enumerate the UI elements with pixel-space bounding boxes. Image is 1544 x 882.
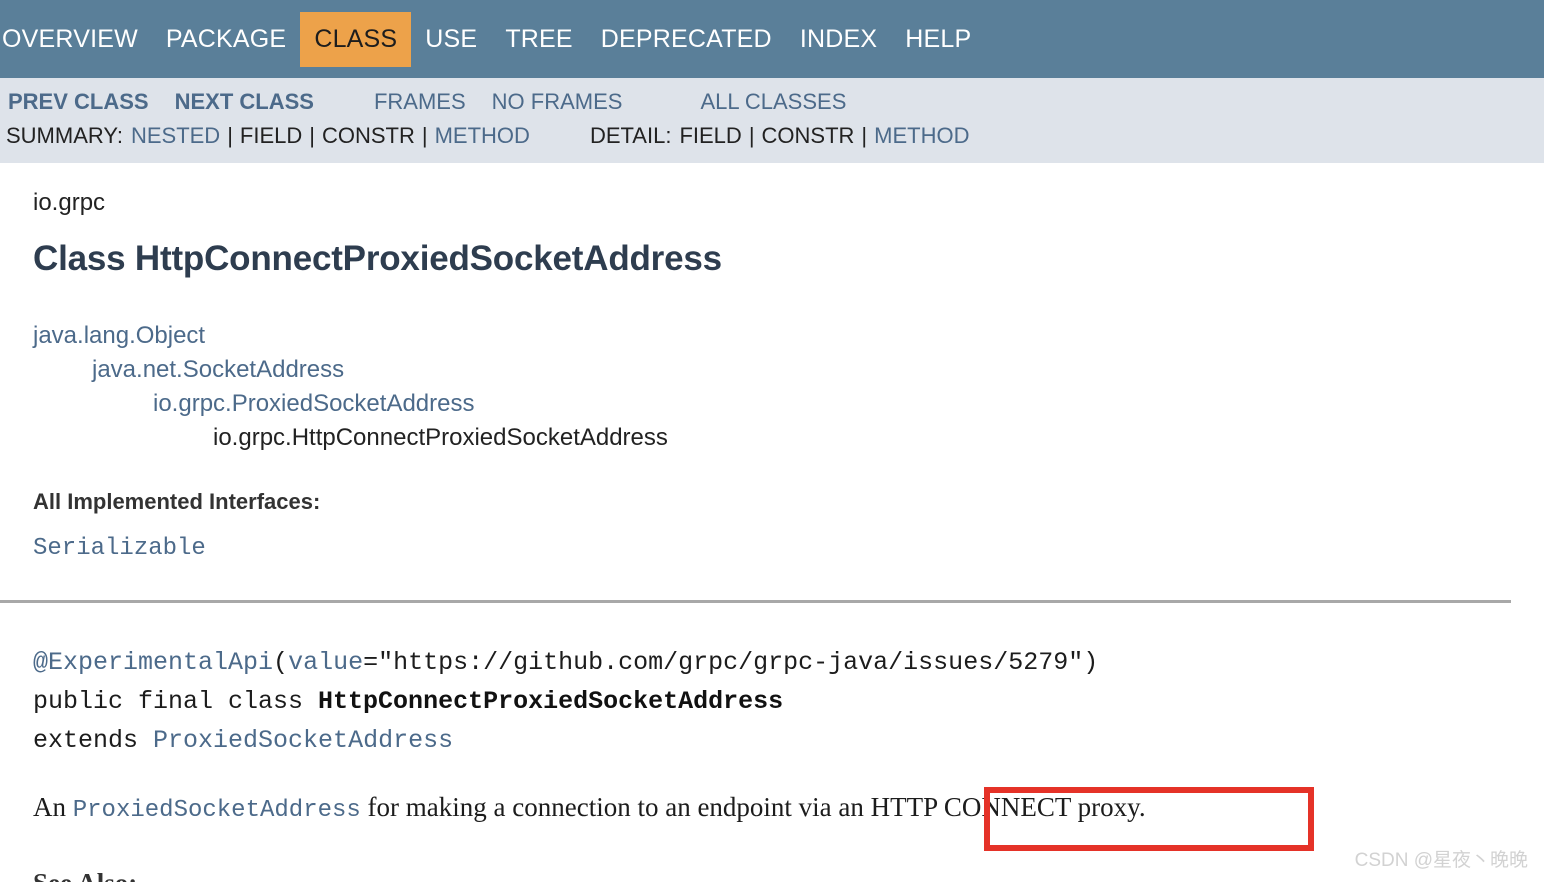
separator: |: [309, 123, 315, 148]
section-divider: [0, 600, 1511, 603]
hierarchy-item-socketaddress[interactable]: java.net.SocketAddress: [33, 353, 1544, 387]
hierarchy-item-proxiedsocketaddress[interactable]: io.grpc.ProxiedSocketAddress: [33, 387, 1544, 421]
summary-method-link[interactable]: METHOD: [435, 123, 530, 149]
summary-field-label: FIELD: [239, 123, 303, 148]
separator: |: [227, 123, 233, 148]
description-mid-text: for making a connection to an endpoint v…: [360, 792, 871, 822]
prev-class-link[interactable]: PREV CLASS: [8, 89, 149, 115]
description-highlighted-text: HTTP CONNECT proxy.: [870, 792, 1146, 822]
page-title: Class HttpConnectProxiedSocketAddress: [33, 239, 722, 278]
sub-navigation-bar: PREV CLASS NEXT CLASS FRAMES NO FRAMES A…: [0, 78, 1544, 163]
paren-close: ): [1083, 648, 1099, 677]
nav-item-tree[interactable]: TREE: [491, 15, 586, 64]
hierarchy-item-current: io.grpc.HttpConnectProxiedSocketAddress: [213, 424, 668, 451]
description-code-link[interactable]: ProxiedSocketAddress: [73, 797, 361, 824]
all-classes-link[interactable]: ALL CLASSES: [700, 89, 846, 115]
declaration-extends-line: extends ProxiedSocketAddress: [33, 721, 1544, 760]
separator: |: [861, 123, 868, 148]
detail-field-label: FIELD: [679, 123, 742, 148]
class-description: An ProxiedSocketAddress for making a con…: [33, 792, 1544, 824]
detail-method-link[interactable]: METHOD: [874, 123, 969, 149]
paren-open: (: [273, 648, 289, 677]
watermark: CSDN @星夜丶晚晚: [1354, 850, 1528, 871]
separator: |: [421, 123, 428, 148]
top-navigation-bar: OVERVIEW PACKAGE CLASS USE TREE DEPRECAT…: [0, 0, 1544, 78]
class-declaration-block: @ExperimentalApi(value="https://github.c…: [33, 643, 1544, 760]
nav-item-help[interactable]: HELP: [891, 15, 985, 64]
superclass-link[interactable]: ProxiedSocketAddress: [153, 726, 453, 755]
implemented-interfaces-label: All Implemented Interfaces:: [33, 489, 321, 514]
nav-item-index[interactable]: INDEX: [786, 15, 891, 64]
annotation-attr-value: "https://github.com/grpc/grpc-java/issue…: [378, 648, 1084, 677]
detail-label: DETAIL:: [589, 123, 672, 148]
package-name: io.grpc: [33, 189, 106, 216]
subnav-links-row: PREV CLASS NEXT CLASS FRAMES NO FRAMES A…: [0, 78, 1544, 123]
no-frames-link[interactable]: NO FRAMES: [492, 89, 623, 115]
summary-nested-link[interactable]: NESTED: [131, 123, 220, 149]
class-modifiers: public final class: [33, 687, 319, 716]
subnav-summary-detail-row: SUMMARY: NESTED | FIELD | CONSTR | METHO…: [0, 123, 1544, 163]
interface-serializable-link[interactable]: Serializable: [33, 535, 1544, 562]
extends-keyword: extends: [33, 726, 154, 755]
description-lead-text: An: [33, 792, 73, 822]
next-class-link[interactable]: NEXT CLASS: [175, 89, 314, 115]
next-section-heading-cutoff: See Also:: [33, 868, 137, 882]
nav-item-class[interactable]: CLASS: [300, 11, 412, 67]
hierarchy-item-object[interactable]: java.lang.Object: [33, 319, 1544, 353]
nav-item-overview[interactable]: OVERVIEW: [0, 15, 152, 64]
declaration-annotation-line: @ExperimentalApi(value="https://github.c…: [33, 643, 1544, 682]
declared-class-name: HttpConnectProxiedSocketAddress: [318, 687, 784, 716]
declaration-class-line: public final class HttpConnectProxiedSoc…: [33, 682, 1544, 721]
annotation-attr-name: value: [288, 648, 364, 677]
summary-label: SUMMARY:: [6, 123, 123, 148]
experimental-api-annotation-link[interactable]: @ExperimentalApi: [33, 648, 273, 677]
equals-sign: =: [363, 648, 379, 677]
nav-item-package[interactable]: PACKAGE: [152, 15, 300, 64]
frames-link[interactable]: FRAMES: [374, 89, 466, 115]
separator: |: [748, 123, 755, 148]
inheritance-hierarchy: java.lang.Object java.net.SocketAddress …: [33, 319, 1544, 455]
nav-item-deprecated[interactable]: DEPRECATED: [587, 15, 786, 64]
main-content: io.grpc Class HttpConnectProxiedSocketAd…: [0, 163, 1544, 562]
summary-constr-label: CONSTR: [322, 123, 415, 148]
nav-item-use[interactable]: USE: [411, 15, 491, 64]
detail-constr-label: CONSTR: [761, 123, 855, 148]
